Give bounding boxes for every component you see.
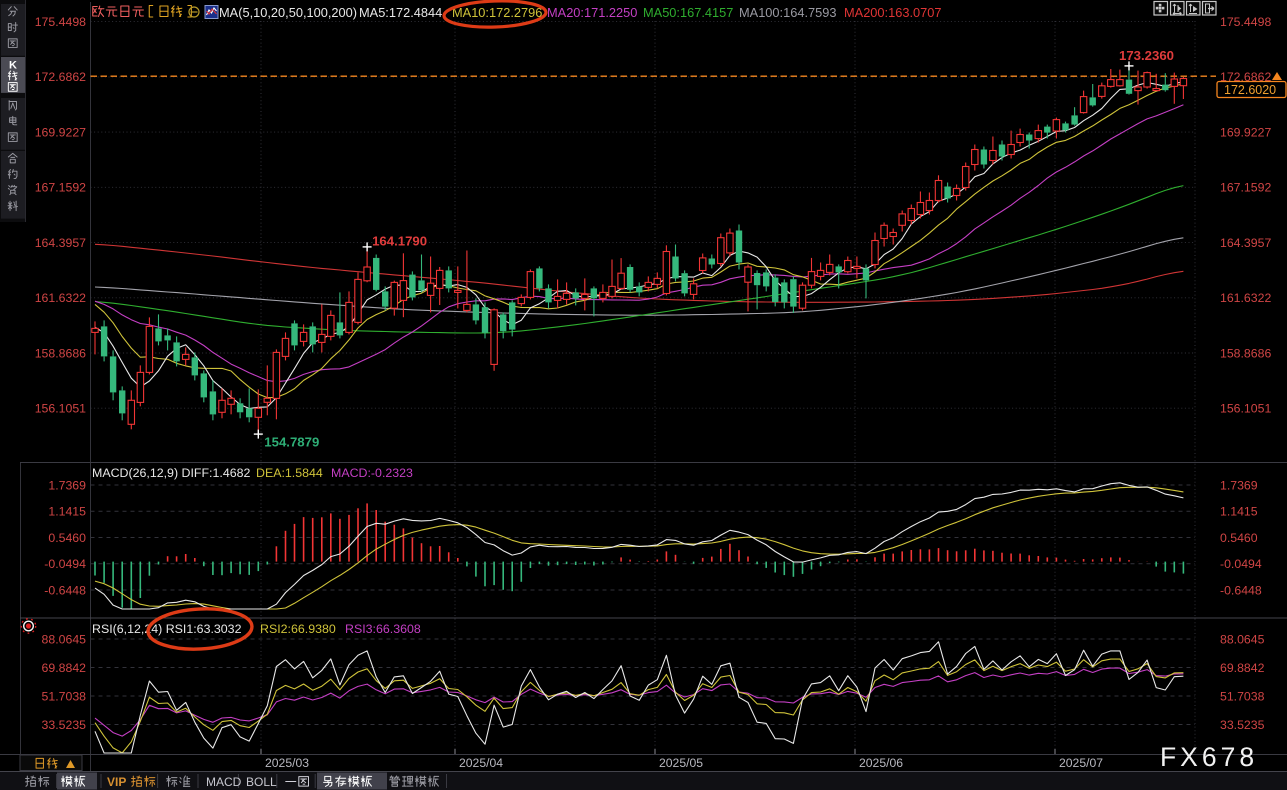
svg-text:DEA:1.5844: DEA:1.5844 — [256, 466, 323, 480]
svg-text:MACD: MACD — [206, 775, 242, 789]
svg-text:2025/05: 2025/05 — [659, 756, 703, 770]
svg-text:88.0645: 88.0645 — [1220, 632, 1265, 646]
svg-text:MA20:171.2250: MA20:171.2250 — [547, 5, 637, 20]
svg-text:33.5235: 33.5235 — [1220, 718, 1265, 732]
svg-text:2025/07: 2025/07 — [1059, 756, 1103, 770]
svg-text:169.9227: 169.9227 — [1220, 125, 1271, 139]
svg-text:161.6322: 161.6322 — [1220, 291, 1271, 305]
svg-text:MA200:163.0707: MA200:163.0707 — [844, 5, 941, 20]
svg-text:1.1415: 1.1415 — [48, 505, 86, 519]
svg-text:156.1051: 156.1051 — [1220, 402, 1271, 416]
svg-text:167.1592: 167.1592 — [1220, 181, 1271, 195]
svg-text:-0.0494: -0.0494 — [1220, 557, 1262, 571]
svg-text:MA(5,10,20,50,100,200): MA(5,10,20,50,100,200) — [219, 5, 357, 20]
svg-text:2025/06: 2025/06 — [859, 756, 903, 770]
svg-text:-0.6448: -0.6448 — [1220, 583, 1262, 597]
svg-text:MA5:172.4844: MA5:172.4844 — [359, 5, 442, 20]
svg-text:MACD(26,12,9) DIFF:1.4682: MACD(26,12,9) DIFF:1.4682 — [92, 466, 250, 480]
svg-text:164.3957: 164.3957 — [35, 236, 86, 250]
svg-text:BOLL: BOLL — [246, 775, 277, 789]
svg-text:1.7369: 1.7369 — [48, 478, 86, 492]
svg-text:158.8686: 158.8686 — [35, 346, 86, 360]
svg-text:0.5460: 0.5460 — [48, 531, 86, 545]
svg-text:RSI2:66.9380: RSI2:66.9380 — [260, 622, 336, 636]
svg-text:2025/04: 2025/04 — [459, 756, 503, 770]
svg-text:33.5235: 33.5235 — [42, 718, 87, 732]
svg-text:FX678: FX678 — [1160, 742, 1258, 772]
svg-text:1.7369: 1.7369 — [1220, 478, 1258, 492]
svg-text:MA50:167.4157: MA50:167.4157 — [643, 5, 733, 20]
svg-text:VIP: VIP — [107, 775, 126, 789]
svg-text:MACD:-0.2323: MACD:-0.2323 — [331, 466, 413, 480]
svg-text:172.6862: 172.6862 — [35, 70, 86, 84]
svg-text:RSI3:66.3608: RSI3:66.3608 — [345, 622, 421, 636]
svg-text:172.6020: 172.6020 — [1224, 83, 1276, 97]
svg-text:K: K — [9, 60, 17, 72]
svg-text:51.7038: 51.7038 — [42, 689, 87, 703]
svg-text:164.1790: 164.1790 — [372, 233, 427, 248]
svg-text:161.6322: 161.6322 — [35, 291, 86, 305]
svg-text:158.8686: 158.8686 — [1220, 346, 1271, 360]
svg-text:69.8842: 69.8842 — [42, 661, 87, 675]
svg-text:88.0645: 88.0645 — [42, 632, 87, 646]
svg-text:MA10:172.2796: MA10:172.2796 — [452, 5, 542, 20]
svg-text:154.7879: 154.7879 — [264, 435, 319, 450]
svg-text:173.2360: 173.2360 — [1119, 48, 1174, 63]
svg-text:164.3957: 164.3957 — [1220, 236, 1271, 250]
svg-text:51.7038: 51.7038 — [1220, 689, 1265, 703]
svg-text:MA100:164.7593: MA100:164.7593 — [739, 5, 836, 20]
svg-text:-0.0494: -0.0494 — [44, 557, 86, 571]
svg-text:169.9227: 169.9227 — [35, 125, 86, 139]
svg-text:156.1051: 156.1051 — [35, 402, 86, 416]
svg-text:167.1592: 167.1592 — [35, 181, 86, 195]
svg-text:69.8842: 69.8842 — [1220, 661, 1265, 675]
svg-text:0.5460: 0.5460 — [1220, 531, 1258, 545]
svg-text:1.1415: 1.1415 — [1220, 505, 1258, 519]
svg-text:175.4498: 175.4498 — [35, 15, 86, 29]
svg-text:-0.6448: -0.6448 — [44, 583, 86, 597]
svg-text:175.4498: 175.4498 — [1220, 15, 1271, 29]
svg-text:RSI(6,12,24) RSI1:63.3032: RSI(6,12,24) RSI1:63.3032 — [92, 622, 242, 636]
svg-text:2025/03: 2025/03 — [265, 756, 309, 770]
